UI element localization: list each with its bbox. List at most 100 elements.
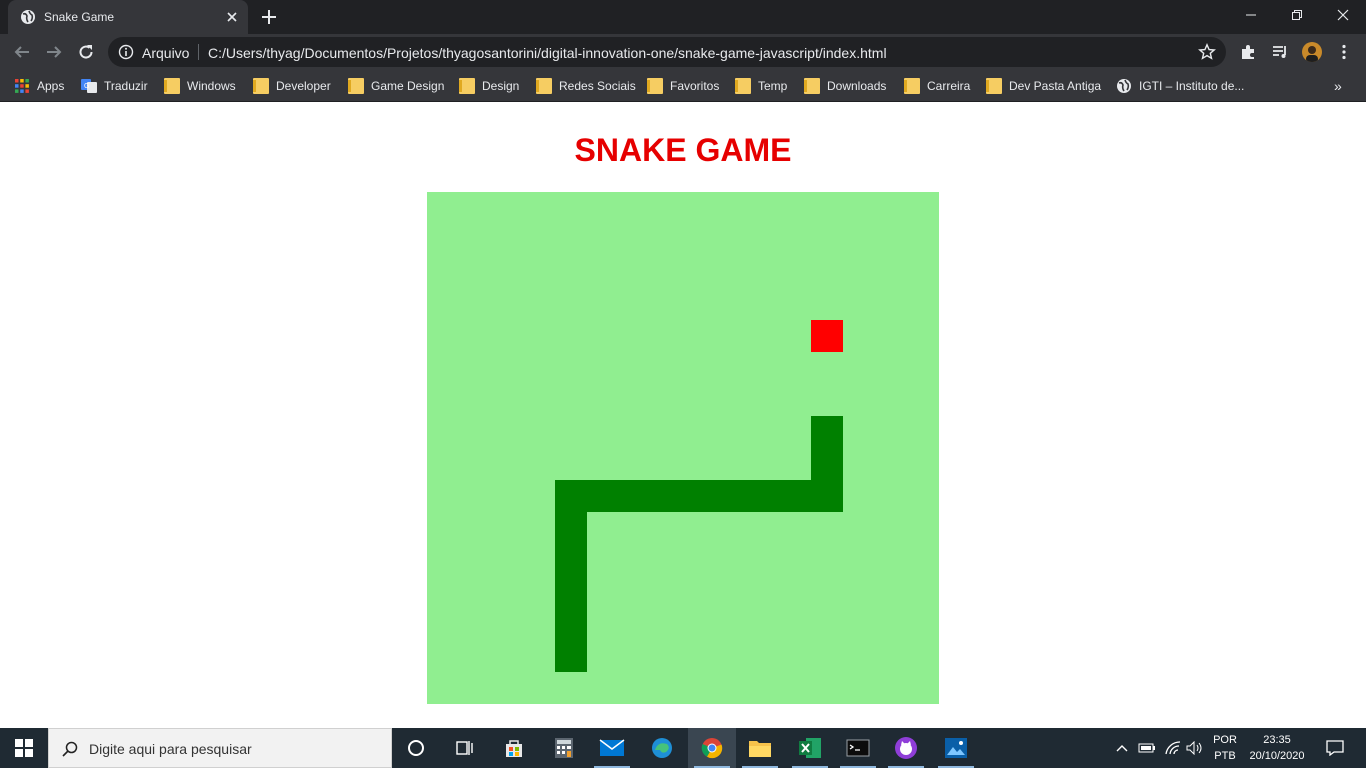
chevron-up-icon <box>1116 745 1128 752</box>
bookmark-apps[interactable]: Apps <box>14 77 64 95</box>
snake-segment <box>587 480 619 512</box>
more-vertical-icon <box>1342 44 1346 60</box>
bookmark-downloads[interactable]: Downloads <box>804 77 886 95</box>
tab-title: Snake Game <box>44 10 115 24</box>
bookmarks-overflow-button[interactable]: » <box>1334 78 1342 94</box>
taskbar-clock[interactable]: 23:35 20/10/2020 <box>1244 732 1310 764</box>
bookmark-label: Dev Pasta Antiga <box>1009 79 1102 93</box>
taskbar-app-github-desktop[interactable] <box>882 728 930 768</box>
snake-segment <box>555 480 587 512</box>
folder-icon <box>348 78 364 94</box>
forward-button[interactable] <box>42 40 66 64</box>
taskbar-app-edge[interactable] <box>638 728 686 768</box>
divider <box>198 44 199 60</box>
extensions-button[interactable] <box>1238 42 1258 62</box>
start-button[interactable] <box>0 728 48 768</box>
back-button[interactable] <box>10 40 34 64</box>
menu-button[interactable] <box>1334 42 1354 62</box>
restore-icon <box>1292 10 1302 20</box>
bookmark-developer[interactable]: Developer <box>253 77 331 95</box>
google-translate-icon: G <box>81 79 97 93</box>
bookmark-label: Apps <box>37 79 65 93</box>
language-code: POR <box>1213 734 1237 746</box>
bookmark-design[interactable]: Design <box>459 77 519 95</box>
snake-segment <box>555 576 587 608</box>
food-item <box>811 320 843 352</box>
minimize-button[interactable] <box>1228 0 1274 30</box>
folder-icon <box>647 78 663 94</box>
taskbar-app-excel[interactable] <box>786 728 834 768</box>
taskbar-search-box[interactable]: Digite aqui para pesquisar <box>48 728 392 768</box>
volume-button[interactable] <box>1184 728 1206 768</box>
clock-date: 20/10/2020 <box>1249 750 1305 762</box>
network-button[interactable] <box>1162 728 1184 768</box>
show-hidden-icons-button[interactable] <box>1114 728 1130 768</box>
folder-icon <box>735 78 751 94</box>
search-placeholder: Digite aqui para pesquisar <box>89 741 252 757</box>
close-window-button[interactable] <box>1320 0 1366 30</box>
taskbar-app-calculator[interactable] <box>540 728 588 768</box>
arrow-right-icon <box>47 46 62 58</box>
bookmark-label: IGTI – Instituto de... <box>1139 79 1245 93</box>
taskbar-app-terminal[interactable] <box>834 728 882 768</box>
task-view-button[interactable] <box>440 728 488 768</box>
bookmark-temp[interactable]: Temp <box>735 77 787 95</box>
bookmark-favoritos[interactable]: Favoritos <box>647 77 719 95</box>
snake-segment <box>619 480 651 512</box>
calculator-icon <box>555 738 573 758</box>
bookmark-traduzir[interactable]: G Traduzir <box>81 77 148 95</box>
bookmark-label: Developer <box>276 79 331 93</box>
bookmark-redes-sociais[interactable]: Redes Sociais <box>536 77 636 95</box>
playlist-icon <box>1273 46 1286 58</box>
bookmark-star-icon[interactable] <box>1198 43 1216 61</box>
bookmark-igti[interactable]: IGTI – Instituto de... <box>1116 77 1244 95</box>
bookmark-dev-pasta-antiga[interactable]: Dev Pasta Antiga <box>986 77 1101 95</box>
battery-button[interactable] <box>1136 728 1158 768</box>
bookmark-game-design[interactable]: Game Design <box>348 77 444 95</box>
profile-avatar[interactable] <box>1302 42 1322 62</box>
bookmark-label: Temp <box>758 79 788 93</box>
folder-icon <box>164 78 180 94</box>
cortana-button[interactable] <box>392 728 440 768</box>
taskbar-app-file-explorer[interactable] <box>736 728 784 768</box>
reload-icon <box>79 45 93 59</box>
keyboard-layout: PTB <box>1214 750 1236 762</box>
battery-icon <box>1138 743 1155 753</box>
notification-icon <box>1326 740 1344 756</box>
page-title: SNAKE GAME <box>574 132 792 168</box>
bookmark-label: Windows <box>187 79 236 93</box>
bookmark-windows[interactable]: Windows <box>164 77 236 95</box>
file-explorer-icon <box>749 741 771 757</box>
folder-icon <box>904 78 920 94</box>
taskbar-app-mail[interactable] <box>588 728 636 768</box>
folder-icon <box>536 78 552 94</box>
windows-logo-icon <box>15 739 33 757</box>
url-text[interactable]: C:/Users/thyag/Documentos/Projetos/thyag… <box>208 45 887 61</box>
close-tab-icon[interactable] <box>224 9 240 25</box>
taskbar-app-photos[interactable] <box>932 728 980 768</box>
apps-grid-icon <box>15 79 29 93</box>
reload-button[interactable] <box>74 40 98 64</box>
folder-icon <box>253 78 269 94</box>
info-icon[interactable] <box>118 44 134 60</box>
clock-time: 23:35 <box>1263 734 1291 746</box>
page-content: SNAKE GAME <box>0 103 1366 728</box>
photos-icon <box>945 738 967 758</box>
bookmark-carreira[interactable]: Carreira <box>904 77 970 95</box>
restore-button[interactable] <box>1274 0 1320 30</box>
edge-icon <box>652 738 672 758</box>
puzzle-icon <box>1242 45 1254 59</box>
bookmark-label: Design <box>482 79 520 93</box>
new-tab-icon[interactable] <box>260 8 278 26</box>
tab-snake-game[interactable]: Snake Game <box>8 0 248 34</box>
address-bar[interactable]: Arquivo C:/Users/thyag/Documentos/Projet… <box>108 37 1226 67</box>
taskbar-app-store[interactable] <box>490 728 538 768</box>
input-language-indicator[interactable]: POR PTB <box>1210 732 1240 764</box>
wifi-icon <box>1165 741 1181 755</box>
notifications-button[interactable] <box>1320 728 1350 768</box>
arrow-left-icon <box>14 46 29 58</box>
chrome-icon <box>701 738 723 759</box>
game-board[interactable] <box>427 192 939 704</box>
media-control-button[interactable] <box>1270 42 1290 62</box>
taskbar-app-chrome[interactable] <box>688 728 736 768</box>
